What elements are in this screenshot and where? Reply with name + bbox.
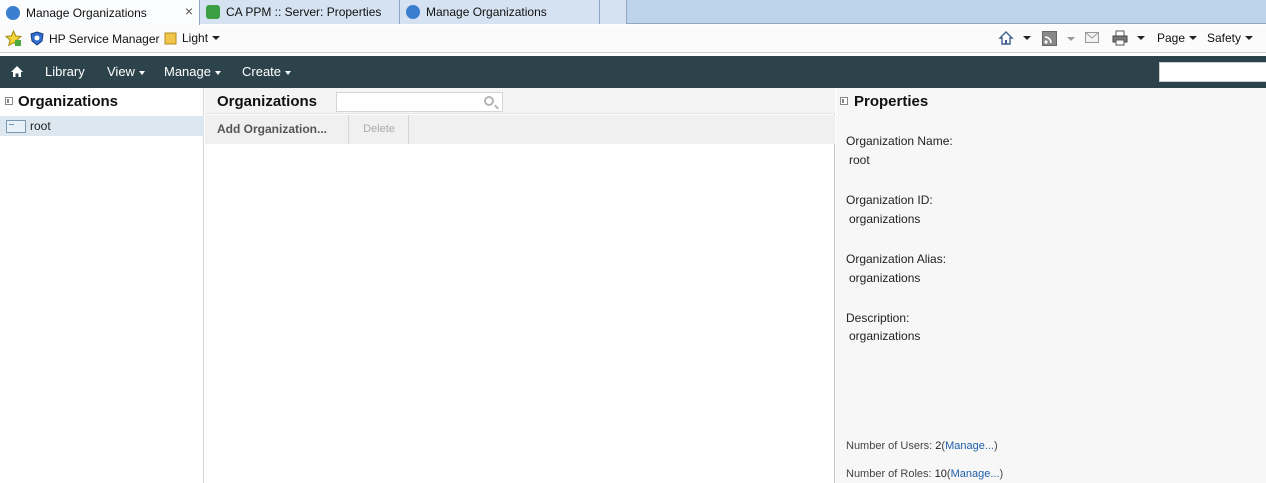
organization-id-value: organizations xyxy=(849,212,921,226)
page-globe-icon xyxy=(6,5,20,20)
page-menu[interactable]: Page xyxy=(1157,31,1198,45)
hp-shield-icon xyxy=(30,31,44,46)
organization-name-label: Organization Name: xyxy=(846,134,953,148)
chevron-down-icon xyxy=(1137,36,1145,40)
organization-alias-value: organizations xyxy=(849,271,921,285)
favorite-hp-service-manager[interactable]: HP Service Manager xyxy=(30,31,160,46)
chevron-down-icon xyxy=(1189,36,1198,40)
ca-logo-icon xyxy=(206,5,220,19)
home-nav-button[interactable] xyxy=(10,65,24,78)
panel-title: Organizations xyxy=(18,92,119,110)
collapse-panel-icon[interactable] xyxy=(840,97,848,105)
safety-menu[interactable]: Safety xyxy=(1207,31,1254,45)
chevron-down-icon xyxy=(214,70,221,75)
home-icon xyxy=(11,66,23,77)
roles-count: 10 xyxy=(934,468,947,480)
manage-roles-link[interactable]: Manage... xyxy=(951,468,1000,480)
tab-manage-organizations-2[interactable]: Manage Organizations xyxy=(400,0,600,24)
add-organization-button[interactable]: Add Organization... xyxy=(205,115,349,144)
chevron-down-icon xyxy=(212,36,221,40)
new-tab-button[interactable] xyxy=(600,0,627,24)
home-icon xyxy=(998,31,1014,45)
browser-tab-strip: Manage Organizations × CA PPM :: Server:… xyxy=(0,0,1266,25)
organization-id-label: Organization ID: xyxy=(846,193,933,207)
printer-icon xyxy=(1112,30,1128,46)
global-search-input[interactable] xyxy=(1159,62,1266,82)
organization-alias-label: Organization Alias: xyxy=(846,252,947,266)
search-icon[interactable] xyxy=(484,96,494,106)
chevron-down-icon xyxy=(138,70,145,75)
organization-name-value: root xyxy=(849,153,870,167)
close-tab-icon[interactable]: × xyxy=(185,3,193,19)
home-button[interactable] xyxy=(998,30,1031,46)
nav-view[interactable]: View xyxy=(107,64,145,79)
organizations-list-panel: Organizations Add Organization... Delete xyxy=(205,88,835,483)
list-header: Organizations xyxy=(205,88,835,114)
chevron-down-icon xyxy=(285,70,292,75)
nav-library[interactable]: Library xyxy=(45,64,85,79)
favorite-light-folder[interactable]: Light xyxy=(164,31,221,45)
tab-manage-organizations[interactable]: Manage Organizations × xyxy=(0,0,200,25)
delete-button[interactable]: Delete xyxy=(350,115,409,144)
list-toolbar: Add Organization... Delete xyxy=(205,115,835,144)
print-button[interactable] xyxy=(1112,30,1145,46)
tree-item-label: root xyxy=(30,119,51,133)
description-label: Description: xyxy=(846,311,910,325)
tab-ca-ppm-server-properties[interactable]: CA PPM :: Server: Properties xyxy=(200,0,400,24)
description-value: organizations xyxy=(849,329,921,343)
tab-label: Manage Organizations xyxy=(26,5,147,20)
app-nav-bar: Library View Manage Create xyxy=(0,56,1266,88)
tree-item-root[interactable]: root xyxy=(0,116,204,136)
organization-search-input[interactable] xyxy=(336,92,503,112)
folder-icon xyxy=(164,32,177,45)
rss-feed-icon xyxy=(1042,31,1057,46)
nav-manage[interactable]: Manage xyxy=(164,64,221,79)
tab-label: CA PPM :: Server: Properties xyxy=(226,5,382,19)
panel-header: Properties xyxy=(836,88,928,114)
collapse-panel-icon[interactable] xyxy=(5,97,13,105)
number-of-users: Number of Users: 2(Manage...) xyxy=(846,440,998,452)
number-of-roles: Number of Roles: 10(Manage...) xyxy=(846,468,1004,480)
properties-panel: Properties Organization Name: root Organ… xyxy=(836,88,1266,483)
read-mail-button[interactable] xyxy=(1085,32,1099,44)
organizations-tree-panel: Organizations root xyxy=(0,88,204,483)
manage-users-link[interactable]: Manage... xyxy=(945,440,994,452)
panel-header: Organizations xyxy=(0,88,118,114)
nav-create[interactable]: Create xyxy=(242,64,292,79)
page-globe-icon xyxy=(406,5,420,19)
chevron-down-icon xyxy=(1245,36,1254,40)
folder-icon xyxy=(6,119,26,133)
mail-icon xyxy=(1085,32,1099,43)
chevron-down-icon xyxy=(1067,36,1075,41)
panel-title: Properties xyxy=(854,92,929,110)
chevron-down-icon xyxy=(1023,36,1031,40)
tab-label: Manage Organizations xyxy=(426,5,547,19)
favorites-bar: HP Service Manager Light Page Safety xyxy=(0,25,1266,53)
list-title: Organizations xyxy=(217,93,318,110)
favorites-star-icon[interactable] xyxy=(5,30,22,47)
feeds-button[interactable] xyxy=(1042,31,1075,46)
